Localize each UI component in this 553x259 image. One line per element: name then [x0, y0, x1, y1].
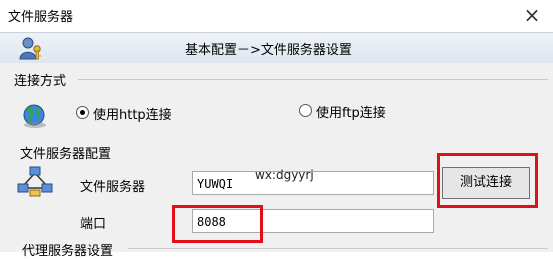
- section-label-proxy: 代理服务器设置: [22, 244, 114, 259]
- radio-ftp[interactable]: [299, 104, 312, 117]
- window-title: 文件服务器: [8, 10, 74, 25]
- highlight-box: [172, 205, 263, 243]
- section-label-file-server: 文件服务器配置: [20, 147, 112, 162]
- title-bar: 文件服务器 ×: [0, 0, 553, 32]
- http-option-label[interactable]: 使用http连接: [93, 104, 172, 123]
- divider: [128, 248, 548, 249]
- globe-icon: [23, 104, 46, 128]
- close-icon[interactable]: ×: [520, 2, 544, 28]
- ftp-option-label[interactable]: 使用ftp连接: [316, 102, 386, 121]
- watermark: wx:dgyyrj: [255, 168, 314, 182]
- dialog-header: 基本配置－>文件服务器设置: [0, 32, 553, 64]
- radio-http[interactable]: [76, 106, 89, 119]
- section-label-connection: 连接方式: [14, 74, 67, 89]
- user-key-icon: [19, 37, 41, 60]
- server-label: 文件服务器: [80, 180, 146, 195]
- divider: [78, 79, 548, 80]
- page-title: 基本配置－>文件服务器设置: [185, 43, 352, 58]
- highlight-box: [437, 153, 538, 208]
- network-icon: [17, 166, 53, 197]
- port-label: 端口: [80, 217, 107, 232]
